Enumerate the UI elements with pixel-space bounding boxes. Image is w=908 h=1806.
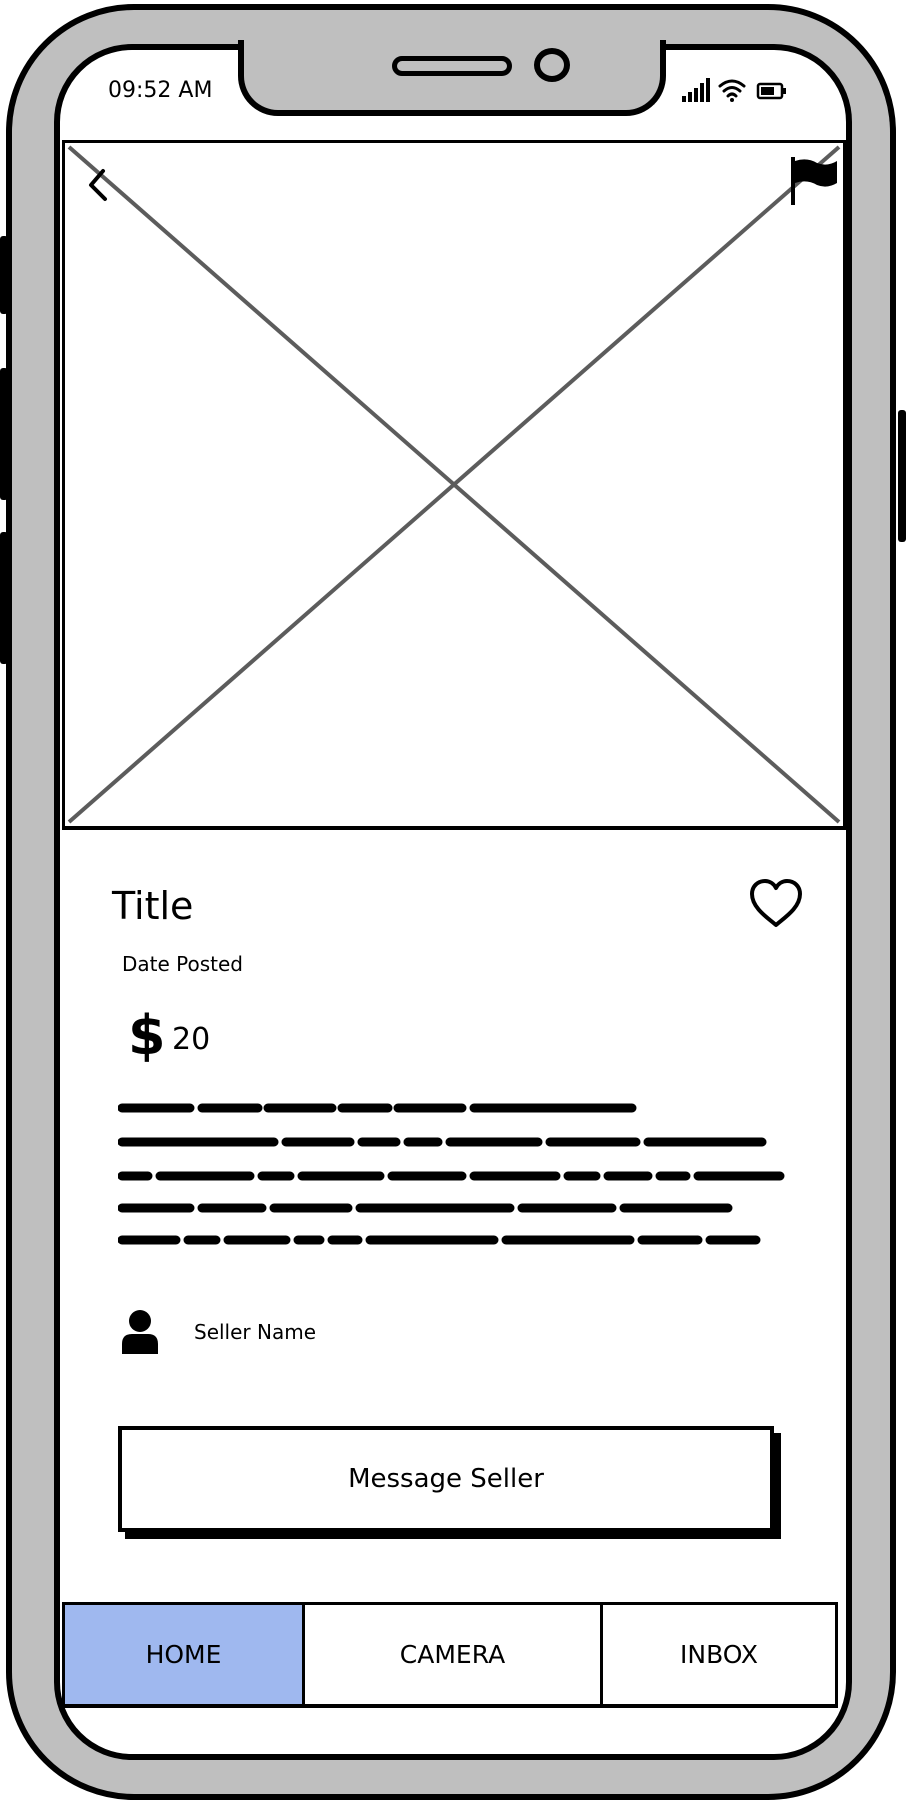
flag-icon[interactable]: [787, 155, 839, 207]
user-icon: [122, 1310, 158, 1354]
side-button-volume-down: [0, 532, 8, 664]
tab-inbox[interactable]: INBOX: [603, 1605, 835, 1704]
listing-title: Title: [112, 884, 194, 928]
chevron-left-icon[interactable]: [85, 165, 119, 205]
tab-camera[interactable]: CAMERA: [305, 1605, 603, 1704]
bottom-tab-bar: HOME CAMERA INBOX: [62, 1602, 838, 1708]
seller-name[interactable]: Seller Name: [194, 1320, 316, 1344]
speaker-grille: [392, 56, 512, 76]
wifi-icon: [718, 79, 746, 102]
side-button-power: [898, 410, 906, 542]
tab-home[interactable]: HOME: [65, 1605, 305, 1704]
battery-icon: [756, 82, 786, 100]
front-camera: [534, 48, 570, 82]
side-button-mute: [0, 236, 8, 314]
side-button-volume-up: [0, 368, 8, 500]
currency-symbol: $: [128, 1004, 166, 1067]
price-value: 20: [172, 1022, 211, 1057]
heart-outline-icon[interactable]: [748, 878, 804, 930]
date-posted: Date Posted: [122, 952, 244, 976]
notch-cover: [244, 38, 660, 52]
description-text-scribble: [118, 1103, 785, 1245]
listing-image-placeholder: [62, 140, 846, 830]
image-placeholder-cross: [67, 145, 841, 824]
signal-icon: [682, 78, 710, 102]
status-time: 09:52 AM: [108, 78, 213, 103]
message-seller-button[interactable]: Message Seller: [118, 1426, 774, 1532]
status-icons: [680, 76, 800, 108]
